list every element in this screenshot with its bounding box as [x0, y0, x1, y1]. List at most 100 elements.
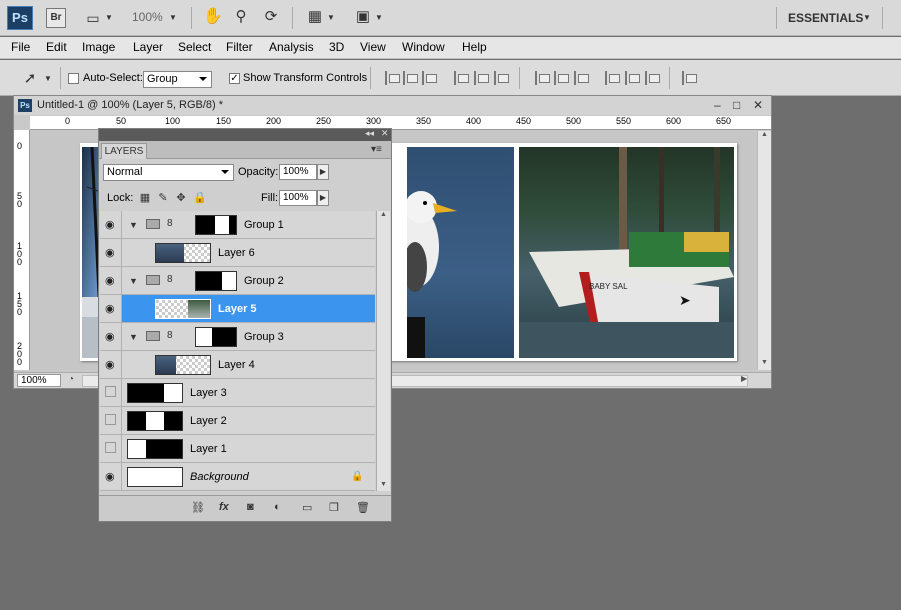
visibility-toggle[interactable]: ◉: [100, 211, 122, 238]
adjustment-layer-icon[interactable]: ◐: [274, 501, 281, 513]
align-left-icon[interactable]: [454, 71, 469, 85]
layer-thumbnail[interactable]: [127, 383, 183, 403]
menu-layer[interactable]: Layer: [133, 40, 163, 54]
fill-field[interactable]: 100%: [279, 190, 317, 206]
layer-row-layer-5[interactable]: ◉ Layer 5: [100, 295, 375, 323]
menu-3d[interactable]: 3D: [329, 40, 344, 54]
chevron-down-icon[interactable]: ▼: [326, 8, 336, 28]
visibility-toggle[interactable]: [100, 379, 122, 406]
menu-file[interactable]: File: [11, 40, 30, 54]
blend-mode-dropdown[interactable]: Normal: [103, 164, 234, 181]
layer-mask-thumbnail[interactable]: [195, 327, 237, 347]
zoom-field[interactable]: 100%: [17, 374, 61, 387]
lock-position-icon[interactable]: ✥: [175, 192, 187, 204]
minimize-icon[interactable]: –: [714, 98, 721, 112]
disclosure-triangle-icon[interactable]: ▼: [129, 332, 138, 342]
vertical-scrollbar[interactable]: ▲ ▼: [757, 131, 771, 370]
layer-row-background[interactable]: ◉ Background 🔒: [100, 463, 375, 491]
arrange-documents-icon[interactable]: ▦: [304, 7, 326, 27]
visibility-toggle[interactable]: [100, 435, 122, 462]
layer-thumbnail[interactable]: [127, 439, 183, 459]
screen-mode-icon[interactable]: ▣: [352, 7, 374, 27]
opacity-field[interactable]: 100%: [279, 164, 317, 180]
layer-row-group-2[interactable]: ◉ ▼ 8 Group 2: [100, 267, 375, 295]
link-layers-icon[interactable]: ⛓: [191, 501, 205, 514]
visibility-toggle[interactable]: ◉: [100, 351, 122, 378]
align-bottom-icon[interactable]: [422, 71, 437, 85]
auto-align-layers-icon[interactable]: [682, 71, 697, 85]
chevron-down-icon[interactable]: ▼: [862, 8, 872, 28]
link-icon[interactable]: 8: [167, 274, 173, 285]
distribute-horizontal-centers-icon[interactable]: [625, 71, 640, 85]
film-strip-icon[interactable]: ▭: [82, 8, 104, 28]
align-top-icon[interactable]: [385, 71, 400, 85]
distribute-left-icon[interactable]: [605, 71, 620, 85]
layer-thumbnail[interactable]: [127, 411, 183, 431]
layer-row-layer-1[interactable]: Layer 1: [100, 435, 375, 463]
new-layer-icon[interactable]: ❐: [329, 501, 339, 514]
layer-row-layer-6[interactable]: ◉ Layer 6: [100, 239, 375, 267]
panel-menu-icon[interactable]: ▾≡: [371, 144, 382, 155]
menu-select[interactable]: Select: [178, 40, 211, 54]
rotate-view-icon[interactable]: ⟳: [260, 7, 282, 27]
close-icon[interactable]: ✕: [753, 98, 763, 112]
fill-slider-button[interactable]: ▶: [317, 190, 329, 206]
visibility-toggle[interactable]: ◉: [100, 267, 122, 294]
add-mask-icon[interactable]: ◙: [247, 501, 254, 513]
visibility-toggle[interactable]: ◉: [100, 239, 122, 266]
show-transform-controls-checkbox[interactable]: ✓: [229, 73, 240, 84]
chevron-down-icon[interactable]: ▼: [374, 8, 384, 28]
link-icon[interactable]: 8: [167, 218, 173, 229]
lock-image-pixels-icon[interactable]: ✎: [157, 192, 169, 204]
opacity-slider-button[interactable]: ▶: [317, 164, 329, 180]
menu-help[interactable]: Help: [462, 40, 487, 54]
auto-select-checkbox[interactable]: [68, 73, 79, 84]
align-horizontal-centers-icon[interactable]: [474, 71, 489, 85]
collapse-panel-icon[interactable]: ◂◂: [365, 128, 374, 139]
chevron-down-icon[interactable]: ▼: [43, 69, 53, 89]
new-group-icon[interactable]: ▭: [302, 501, 312, 514]
zoom-level-dropdown[interactable]: 100%: [132, 10, 163, 24]
bridge-launch-button[interactable]: Br: [46, 8, 66, 28]
align-vertical-centers-icon[interactable]: [403, 71, 418, 85]
lock-all-icon[interactable]: 🔒: [193, 192, 207, 204]
align-right-icon[interactable]: [494, 71, 509, 85]
move-tool-icon[interactable]: ➚: [18, 69, 42, 89]
layer-row-group-1[interactable]: ◉ ▼ 8 Group 1: [100, 211, 375, 239]
distribute-right-icon[interactable]: [645, 71, 660, 85]
document-title-bar[interactable]: Ps Untitled-1 @ 100% (Layer 5, RGB/8) * …: [14, 96, 771, 115]
link-icon[interactable]: 8: [167, 330, 173, 341]
layer-mask-thumbnail[interactable]: [195, 271, 237, 291]
scroll-up-icon[interactable]: ▲: [380, 211, 387, 218]
auto-select-dropdown[interactable]: Group: [143, 71, 212, 88]
visibility-toggle[interactable]: ◉: [100, 323, 122, 350]
menu-edit[interactable]: Edit: [46, 40, 67, 54]
menu-view[interactable]: View: [360, 40, 386, 54]
visibility-toggle[interactable]: ◉: [100, 295, 122, 322]
vertical-ruler[interactable]: 0 5 0 1 0 0 1 5 0 2 0 0: [14, 130, 30, 370]
chevron-down-icon[interactable]: ▼: [168, 8, 178, 28]
menu-image[interactable]: Image: [82, 40, 115, 54]
panel-header-strip[interactable]: ◂◂ ✕: [99, 128, 391, 141]
menu-window[interactable]: Window: [402, 40, 445, 54]
layer-row-layer-4[interactable]: ◉ Layer 4: [100, 351, 375, 379]
lock-transparency-icon[interactable]: ▦: [139, 192, 151, 204]
layer-style-icon[interactable]: fx: [219, 501, 229, 513]
disclosure-triangle-icon[interactable]: ▼: [129, 220, 138, 230]
disclosure-triangle-icon[interactable]: ▼: [129, 276, 138, 286]
status-info-icon[interactable]: ◔: [68, 374, 74, 385]
layer-thumbnail[interactable]: [155, 355, 211, 375]
scroll-down-icon[interactable]: ▼: [761, 359, 768, 366]
distribute-top-icon[interactable]: [535, 71, 550, 85]
layer-thumbnail[interactable]: [127, 467, 183, 487]
layer-mask-thumbnail[interactable]: [195, 215, 237, 235]
close-panel-icon[interactable]: ✕: [381, 128, 389, 139]
chevron-down-icon[interactable]: ▼: [104, 8, 114, 28]
layer-row-layer-2[interactable]: Layer 2: [100, 407, 375, 435]
workspace-switcher[interactable]: ESSENTIALS: [788, 11, 863, 25]
delete-layer-icon[interactable]: 🗑: [356, 501, 370, 514]
scroll-down-icon[interactable]: ▼: [380, 481, 387, 488]
zoom-tool-icon[interactable]: ⚲: [230, 7, 252, 27]
scroll-up-icon[interactable]: ▲: [761, 131, 768, 138]
visibility-toggle[interactable]: ◉: [100, 463, 122, 490]
